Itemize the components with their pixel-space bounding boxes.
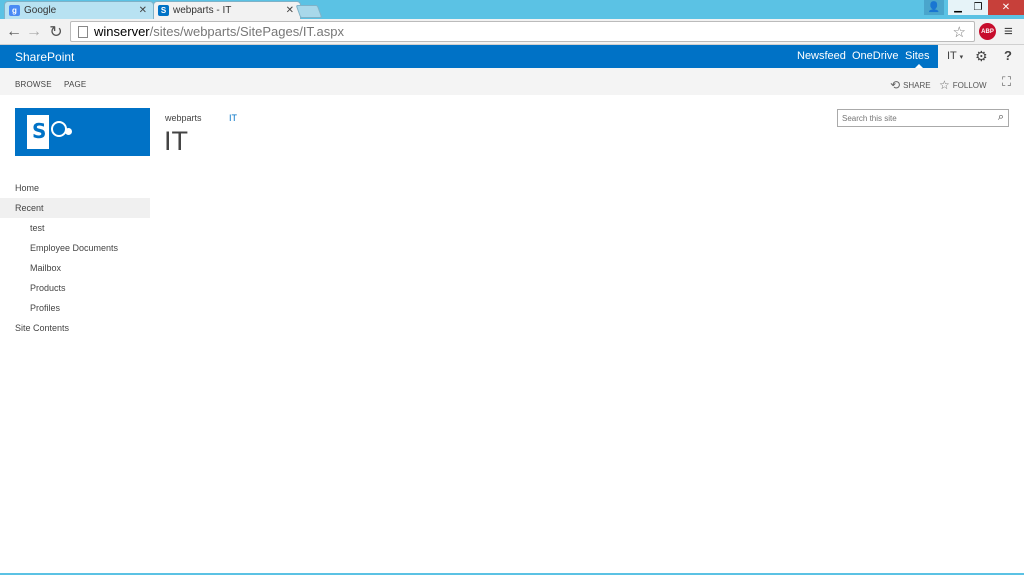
quick-launch: Home Recent test Employee Documents Mail… <box>0 178 150 338</box>
nav-recent[interactable]: Recent <box>0 198 150 218</box>
tab-label: Google <box>24 5 57 16</box>
nav-home[interactable]: Home <box>15 178 150 198</box>
nav-recent-item[interactable]: Employee Documents <box>15 238 150 258</box>
google-icon: g <box>9 5 20 16</box>
nav-recent-item[interactable]: Profiles <box>15 298 150 318</box>
site-menu-label: IT <box>947 50 957 62</box>
breadcrumb-it[interactable]: IT <box>229 113 237 123</box>
tab-google[interactable]: g Google ✕ <box>4 1 154 19</box>
url-host: winserver <box>94 24 150 39</box>
share-label: SHARE <box>903 80 931 90</box>
logo-share-dot <box>65 128 72 135</box>
search-input[interactable] <box>842 112 987 125</box>
page-title: IT <box>164 126 188 156</box>
adblock-icon[interactable]: ABP <box>979 23 996 40</box>
search-icon[interactable]: ⌕ <box>998 111 1004 124</box>
onedrive-link[interactable]: OneDrive <box>852 50 898 62</box>
focus-icon: ⛶ <box>1002 74 1012 89</box>
minimize-button[interactable]: ▁ <box>948 0 968 15</box>
back-icon[interactable]: ← <box>4 22 24 42</box>
new-tab-button[interactable] <box>295 5 323 18</box>
close-tab-icon[interactable]: ✕ <box>139 5 147 16</box>
tab-page[interactable]: PAGE <box>64 80 86 89</box>
close-window-button[interactable]: ✕ <box>988 0 1024 15</box>
help-icon[interactable]: ? <box>1004 48 1012 63</box>
logo-document-shape: S <box>27 115 49 149</box>
nav-site-contents[interactable]: Site Contents <box>15 318 150 338</box>
bookmark-star-icon[interactable]: ☆ <box>953 23 966 41</box>
restore-button[interactable]: ❐ <box>968 0 988 15</box>
newsfeed-link[interactable]: Newsfeed <box>797 50 846 62</box>
nav-recent-item[interactable]: test <box>15 218 150 238</box>
tab-label: webparts - IT <box>173 5 232 16</box>
focus-on-content-button[interactable]: ⛶ <box>1002 74 1014 90</box>
browser-tab-strip: g Google ✕ S webparts - IT ✕ 👤 ▁ ❐ ✕ <box>0 0 1024 19</box>
sharepoint-brand[interactable]: SharePoint <box>15 50 74 64</box>
sharepoint-icon: S <box>158 5 169 16</box>
browser-toolbar: ← → ↻ winserver/sites/webparts/SitePages… <box>0 19 1024 45</box>
share-button[interactable]: ⟲ SHARE <box>890 78 931 92</box>
suite-right-panel: IT ▾ ⚙ ? <box>938 45 1024 68</box>
forward-icon[interactable]: → <box>24 22 44 42</box>
page-icon <box>78 25 88 38</box>
nav-recent-item[interactable]: Products <box>15 278 150 298</box>
star-icon: ☆ <box>939 78 950 92</box>
follow-button[interactable]: ☆ FOLLOW <box>939 78 987 92</box>
sites-link-container: Sites <box>898 45 938 68</box>
address-bar[interactable]: winserver/sites/webparts/SitePages/IT.as… <box>70 21 975 42</box>
suite-bar: SharePoint Newsfeed OneDrive Sites IT ▾ … <box>0 45 1024 68</box>
ribbon: BROWSE PAGE ⟲ SHARE ☆ FOLLOW ⛶ <box>0 68 1024 95</box>
settings-gear-icon[interactable]: ⚙ <box>975 48 988 65</box>
reload-icon[interactable]: ↻ <box>46 22 66 42</box>
user-icon[interactable]: 👤 <box>924 0 944 15</box>
site-menu[interactable]: IT ▾ <box>947 50 963 62</box>
menu-icon[interactable]: ≡ <box>1004 23 1013 40</box>
tab-browse[interactable]: BROWSE <box>15 80 52 89</box>
site-logo[interactable]: S <box>15 108 150 156</box>
site-search: ⌕ <box>837 109 1009 127</box>
share-icon: ⟲ <box>890 78 901 92</box>
sites-link[interactable]: Sites <box>905 50 929 62</box>
chevron-down-icon: ▾ <box>959 54 964 61</box>
follow-label: FOLLOW <box>952 80 987 90</box>
breadcrumb-webparts[interactable]: webparts <box>165 113 202 123</box>
close-tab-icon[interactable]: ✕ <box>286 5 294 16</box>
nav-recent-item[interactable]: Mailbox <box>15 258 150 278</box>
url-path: /sites/webparts/SitePages/IT.aspx <box>149 24 344 39</box>
tab-webparts-it[interactable]: S webparts - IT ✕ <box>153 1 301 19</box>
